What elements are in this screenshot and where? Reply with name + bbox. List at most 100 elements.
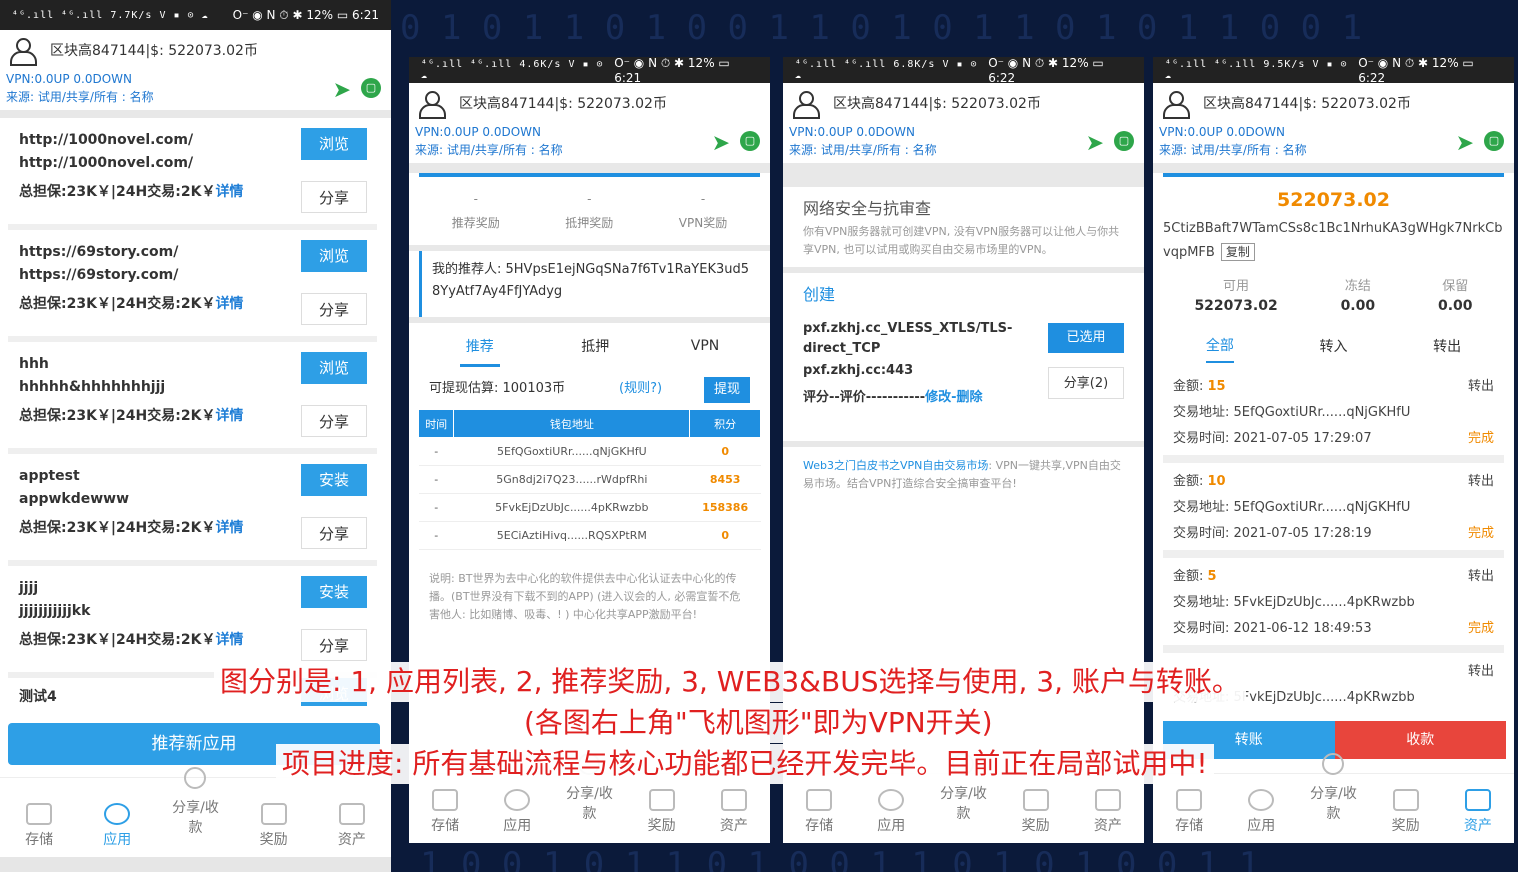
copy-button[interactable]: 复制: [1220, 243, 1255, 261]
withdraw-row: 可提现估算: 100103币 (规则?) 提现: [419, 369, 760, 409]
nav-label: 应用: [877, 818, 906, 834]
tab-bar: 推荐 抵押 VPN: [419, 323, 760, 369]
detail-link[interactable]: 详情: [215, 184, 243, 200]
background-strip: [0, 857, 391, 872]
user-icon[interactable]: [1161, 90, 1190, 119]
create-section: 创建: [793, 273, 1134, 313]
tab-referral[interactable]: 推荐: [459, 336, 500, 367]
user-icon[interactable]: [8, 37, 37, 66]
rewards-icon: [260, 803, 287, 825]
status-bar: ⁴ᴳ.ıll ⁴ᴳ.ıll 9.5K/s V ▪ ⊙ ☁ O⁻ ◉ N ⏱ ✱ …: [1153, 57, 1514, 85]
withdraw-estimate: 可提现估算: 100103币: [429, 381, 566, 396]
nav-label: 资产: [337, 832, 366, 848]
wallet-icon: [338, 803, 365, 825]
user-icon[interactable]: [417, 90, 446, 119]
nav-storage[interactable]: 存储: [9, 803, 69, 849]
install-button[interactable]: 安装: [301, 576, 367, 608]
tab-all[interactable]: 全部: [1205, 335, 1234, 363]
nav-apps[interactable]: 应用: [1231, 789, 1291, 835]
edit-delete-link[interactable]: 修改-删除: [925, 390, 982, 405]
browse-button[interactable]: 浏览: [301, 352, 367, 384]
column-header: 积分: [689, 409, 761, 438]
reward-value: -: [700, 191, 706, 206]
nav-rewards[interactable]: 奖励: [1376, 789, 1436, 835]
detail-link[interactable]: 详情: [215, 520, 243, 536]
vpn-status-icon[interactable]: ▢: [1484, 131, 1504, 151]
share-button[interactable]: 分享: [301, 405, 367, 437]
vpn-traffic: VPN:0.0UP 0.0DOWN: [6, 72, 132, 86]
nav-apps[interactable]: 应用: [487, 789, 547, 835]
vpn-toggle-plane-icon[interactable]: ➤: [1456, 131, 1474, 156]
share-button[interactable]: 分享(2): [1048, 367, 1124, 399]
install-button[interactable]: 安装: [301, 464, 367, 496]
detail-link[interactable]: 详情: [215, 632, 243, 648]
vpn-toggle-plane-icon[interactable]: ➤: [712, 131, 730, 156]
browse-button[interactable]: 浏览: [301, 128, 367, 160]
nav-assets[interactable]: 资产: [1448, 789, 1508, 835]
clock: 6:22: [1358, 70, 1386, 85]
nav-assets[interactable]: 资产: [1078, 789, 1138, 835]
app-stats-text: 总担保:23K￥|24H交易:2K￥: [19, 408, 216, 424]
tx-time: 2021-07-05 17:29:07: [1233, 431, 1372, 446]
nav-rewards[interactable]: 奖励: [244, 803, 304, 849]
tab-vpn[interactable]: VPN: [691, 338, 720, 354]
tab-outgoing[interactable]: 转出: [1433, 336, 1461, 356]
app-url: apptest: [19, 468, 80, 484]
nav-apps[interactable]: 应用: [87, 803, 147, 849]
web3-whitepaper-link[interactable]: Web3之门白皮书之VPN自由交易市场: [803, 459, 988, 472]
browse-button[interactable]: 浏览: [301, 240, 367, 272]
reward-label: 推荐奖励: [451, 215, 500, 230]
tx-status: 完成: [1467, 621, 1494, 636]
share-button[interactable]: 分享: [301, 181, 367, 213]
selected-button[interactable]: 已选用: [1048, 323, 1124, 353]
vpn-source[interactable]: 来源: 试用/共享/所有 : 名称: [6, 88, 385, 105]
nav-assets[interactable]: 资产: [704, 789, 764, 835]
nav-storage[interactable]: 存储: [415, 789, 475, 835]
tx-amount-row: 金额: 10: [1173, 469, 1494, 495]
nav-label: 存储: [25, 832, 54, 848]
nav-label: 存储: [805, 818, 834, 834]
balance-breakdown: 可用 522073.02 冻结 0.00 保留 0.00: [1163, 275, 1504, 314]
nav-rewards[interactable]: 奖励: [632, 789, 692, 835]
rewards-icon: [1392, 789, 1419, 811]
cell-points: 0: [689, 437, 761, 466]
transaction-tabs: 全部 转入 转出: [1163, 324, 1504, 368]
cell-address: 5FvkEjDzUbJc......4pKRwzbb: [453, 493, 690, 522]
share-button[interactable]: 分享: [301, 629, 367, 661]
share-button[interactable]: 分享: [301, 293, 367, 325]
vpn-toggle-plane-icon[interactable]: ➤: [1086, 131, 1104, 156]
rules-link[interactable]: (规则?): [619, 369, 662, 409]
nav-share-receive[interactable]: 分享/收款: [1303, 753, 1363, 823]
signal-icon: ⁴ᴳ.ıll ⁴ᴳ.ıll: [1165, 59, 1257, 70]
vpn-toggle-plane-icon[interactable]: ➤: [333, 78, 351, 103]
balance-reserved: 保留 0.00: [1438, 275, 1473, 314]
withdraw-button[interactable]: 提现: [704, 377, 750, 403]
user-icon[interactable]: [791, 90, 820, 119]
tab-incoming[interactable]: 转入: [1319, 336, 1347, 356]
nav-apps[interactable]: 应用: [861, 789, 921, 835]
vpn-status-icon[interactable]: ▢: [1114, 131, 1134, 151]
vpn-status-icon[interactable]: ▢: [740, 131, 760, 151]
tx-address-label: 交易地址:: [1173, 500, 1234, 515]
nav-storage[interactable]: 存储: [789, 789, 849, 835]
nav-storage[interactable]: 存储: [1159, 789, 1219, 835]
share-button[interactable]: 分享: [301, 517, 367, 549]
divider: [783, 163, 1144, 187]
detail-link[interactable]: 详情: [215, 408, 243, 424]
detail-link[interactable]: 详情: [215, 296, 243, 312]
tx-time-row: 交易时间: 2021-07-05 17:29:07: [1173, 426, 1494, 452]
create-link[interactable]: 创建: [803, 281, 1124, 305]
clock: 6:21: [352, 7, 379, 22]
storage-icon: [26, 803, 53, 825]
block-height-title: 区块高847144|$: 522073.02币: [50, 43, 258, 59]
tx-address-label: 交易地址:: [1173, 405, 1234, 420]
vpn-status-icon[interactable]: ▢: [361, 78, 381, 98]
cell-points: 0: [689, 521, 761, 550]
wallet-address: 5CtizBBaft7WTamCSs8c1Bc1NrhuKA3gWHgk7Nrk…: [1163, 221, 1503, 260]
nav-assets[interactable]: 资产: [322, 803, 382, 849]
tx-direction: 转出: [1467, 664, 1494, 679]
wallet-address-row: 5CtizBBaft7WTamCSs8c1Bc1NrhuKA3gWHgk7Nrk…: [1163, 217, 1504, 265]
nav-share-receive[interactable]: 分享/收款: [165, 767, 225, 837]
tab-staking[interactable]: 抵押: [581, 336, 609, 356]
nav-rewards[interactable]: 奖励: [1006, 789, 1066, 835]
